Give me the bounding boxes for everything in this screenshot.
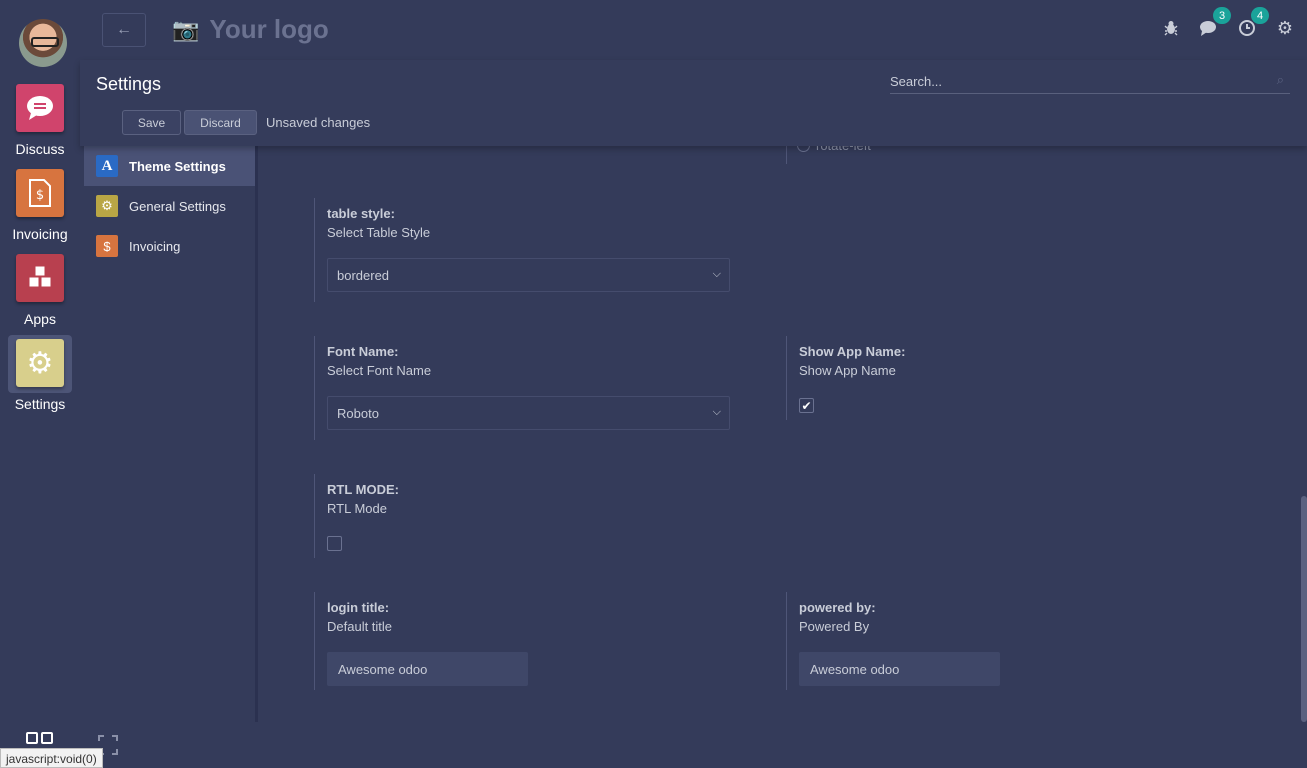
- chevron-down-icon: ⌵: [712, 268, 721, 280]
- setting-description: Powered By: [799, 619, 870, 634]
- chevron-down-icon: ⌵: [712, 406, 721, 418]
- control-panel: Settings ⌕ Save Discard Unsaved changes: [80, 60, 1307, 146]
- settings-sidebar: A Theme Settings ⚙ General Settings $ In…: [84, 146, 258, 722]
- app-invoicing[interactable]: $ Invoicing: [0, 169, 80, 242]
- page-title: Settings: [96, 74, 162, 94]
- setting-title: RTL MODE:: [327, 482, 399, 497]
- camera-icon: 📷: [172, 16, 200, 42]
- messages-icon[interactable]: 3: [1197, 7, 1231, 40]
- show-app-name-setting: Show App Name: Show App Name ✔: [786, 336, 905, 420]
- sidebar-item-general-settings[interactable]: ⚙ General Settings: [84, 186, 255, 226]
- setting-title: table style:: [327, 206, 395, 221]
- select-value: Roboto: [337, 405, 379, 421]
- systray: 3 4 ⚙: [1159, 7, 1297, 40]
- bottom-strip: [80, 722, 1307, 768]
- sidebar-item-label: Invoicing: [129, 238, 181, 254]
- search-icon[interactable]: ⌕: [1277, 72, 1284, 88]
- settings-gear-icon[interactable]: ⚙: [1273, 16, 1297, 40]
- activity-clock-icon[interactable]: 4: [1235, 7, 1269, 40]
- show-app-name-checkbox[interactable]: ✔: [799, 398, 814, 413]
- sidebar-item-theme-settings[interactable]: A Theme Settings: [84, 146, 255, 186]
- table-style-select[interactable]: bordered ⌵: [327, 258, 730, 292]
- cubes-icon: [16, 254, 64, 302]
- activities-badge: 4: [1251, 7, 1269, 24]
- messages-badge: 3: [1213, 7, 1231, 24]
- bug-icon[interactable]: [1159, 16, 1183, 40]
- app-switcher-icon[interactable]: [26, 732, 54, 746]
- discard-button[interactable]: Discard: [184, 110, 257, 135]
- gear-icon: ⚙: [96, 195, 118, 217]
- select-value: bordered: [337, 267, 390, 283]
- setting-description: Show App Name: [799, 363, 896, 378]
- radio-button[interactable]: [797, 146, 810, 152]
- checkmark-icon: ✔: [801, 398, 812, 413]
- powered-by-setting: powered by: Powered By Awesome odoo: [786, 592, 1000, 690]
- setting-description: Select Font Name: [327, 363, 432, 378]
- font-name-select[interactable]: Roboto ⌵: [327, 396, 730, 430]
- user-avatar[interactable]: [19, 19, 67, 67]
- invoice-icon: $: [16, 169, 64, 217]
- scrollbar-thumb[interactable]: [1301, 496, 1307, 722]
- gear-icon: ⚙: [16, 339, 64, 387]
- browser-status-bar: javascript:void(0): [0, 748, 103, 768]
- rtl-mode-setting: RTL MODE: RTL Mode: [314, 474, 399, 558]
- rotate-left-option[interactable]: rotate-left: [797, 146, 871, 153]
- app-discuss[interactable]: Discuss: [0, 84, 80, 157]
- divider: [786, 146, 787, 164]
- back-arrow-icon[interactable]: ←: [102, 13, 146, 47]
- search-box: ⌕: [890, 70, 1290, 94]
- app-settings[interactable]: ⚙ Settings: [0, 335, 80, 412]
- rtl-mode-checkbox[interactable]: [327, 536, 342, 551]
- app-label: Discuss: [15, 141, 65, 157]
- table-style-setting: table style: Select Table Style bordered…: [314, 198, 730, 302]
- invoice-icon: $: [96, 235, 118, 257]
- app-apps[interactable]: Apps: [0, 254, 80, 327]
- logo-text: Your logo: [209, 14, 329, 44]
- setting-description: Default title: [327, 619, 393, 634]
- setting-title: powered by:: [799, 600, 876, 615]
- setting-description: RTL Mode: [327, 501, 387, 516]
- chat-bubble-icon: [16, 84, 64, 132]
- app-label: Invoicing: [12, 226, 68, 242]
- scrollbar[interactable]: [1301, 146, 1307, 722]
- app-label: Settings: [14, 396, 66, 412]
- login-title-setting: login title: Default title Awesome odoo: [314, 592, 528, 690]
- setting-title: Show App Name:: [799, 344, 906, 359]
- save-button[interactable]: Save: [122, 110, 181, 135]
- font-name-setting: Font Name: Select Font Name Roboto ⌵: [314, 336, 730, 440]
- powered-by-input[interactable]: Awesome odoo: [799, 652, 1000, 686]
- company-logo: 📷 Your logo: [172, 14, 329, 45]
- sidebar-item-label: General Settings: [129, 198, 226, 214]
- theme-letter-icon: A: [96, 155, 118, 177]
- unsaved-changes-label: Unsaved changes: [266, 115, 371, 130]
- login-title-input[interactable]: Awesome odoo: [327, 652, 528, 686]
- app-label: Apps: [24, 311, 56, 327]
- setting-title: Font Name:: [327, 344, 399, 359]
- setting-title: login title:: [327, 600, 390, 615]
- app-bar: Discuss $ Invoicing Apps ⚙ Settings: [0, 0, 80, 768]
- sidebar-item-label: Theme Settings: [129, 158, 226, 174]
- top-header: ← 📷 Your logo 3 4 ⚙: [80, 0, 1307, 60]
- radio-label: rotate-left: [816, 146, 871, 153]
- svg-text:$: $: [36, 188, 44, 203]
- search-input[interactable]: [890, 74, 1260, 89]
- sidebar-item-invoicing[interactable]: $ Invoicing: [84, 226, 255, 266]
- settings-form: rotate-left table style: Select Table St…: [261, 146, 1301, 722]
- setting-description: Select Table Style: [327, 225, 431, 240]
